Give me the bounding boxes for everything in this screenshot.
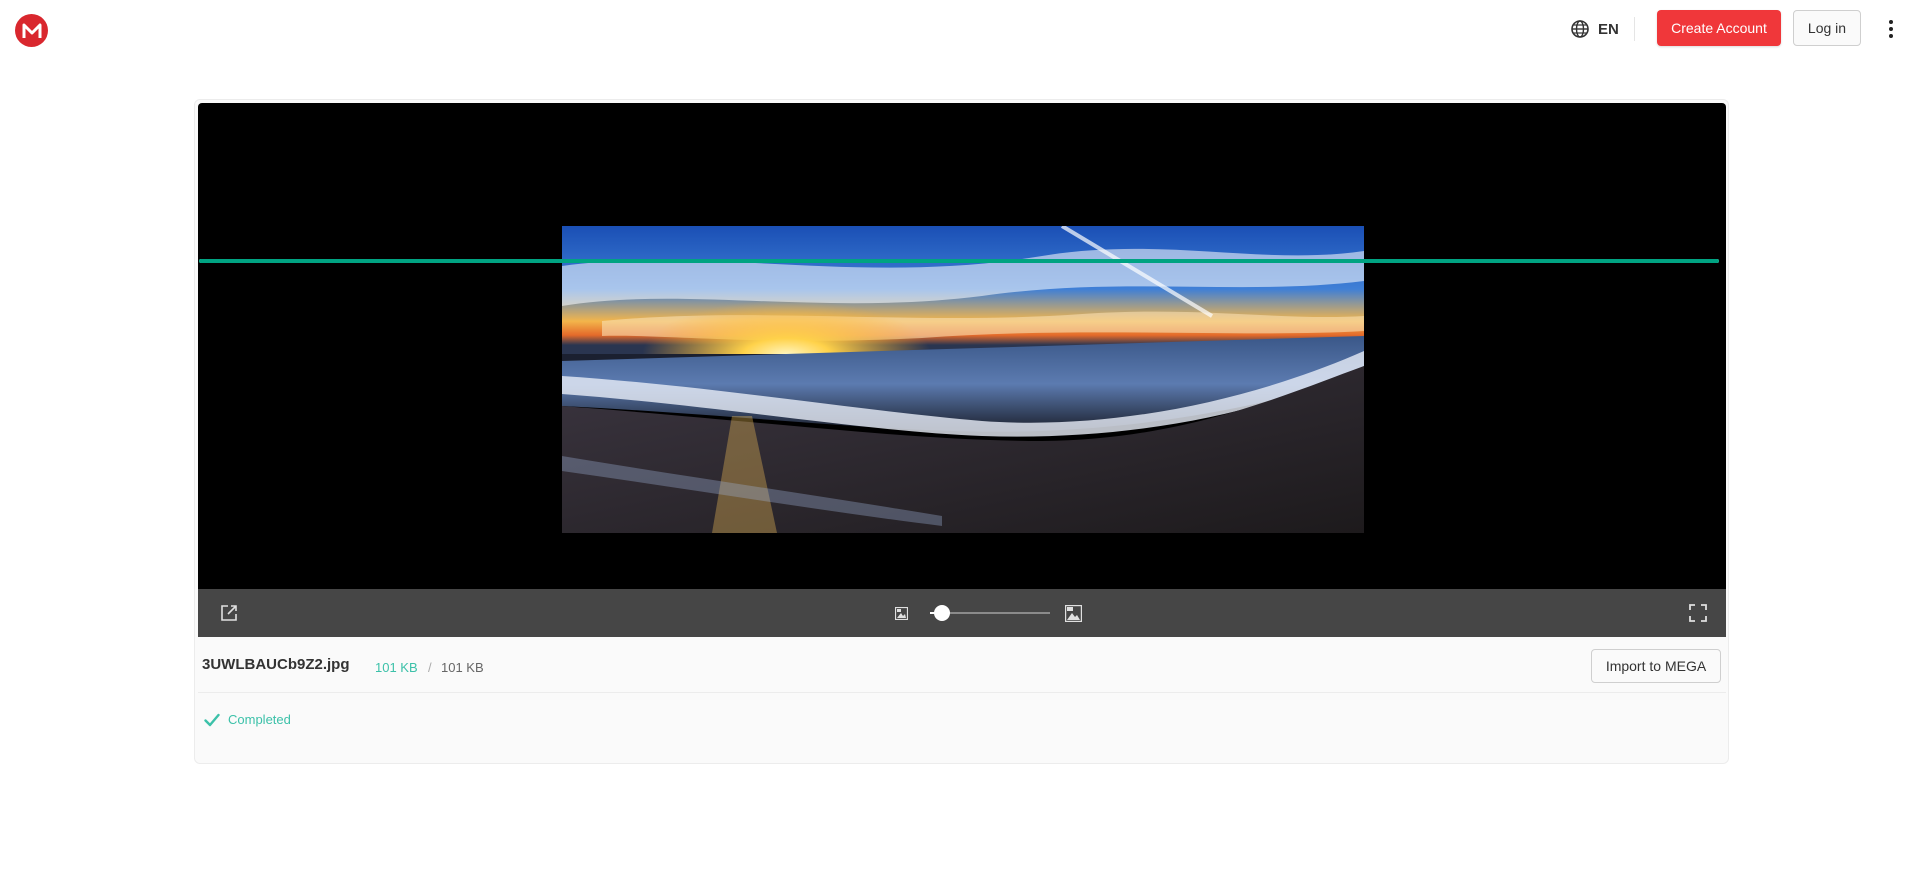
mega-logo-icon bbox=[22, 23, 41, 38]
total-size: 101 KB bbox=[441, 660, 484, 675]
top-bar: EN Create Account Log in bbox=[0, 0, 1916, 58]
zoom-out-image-icon[interactable] bbox=[893, 605, 909, 621]
globe-icon bbox=[1571, 20, 1589, 38]
beach-sunset-image bbox=[562, 226, 1364, 533]
mega-logo[interactable] bbox=[15, 14, 48, 47]
file-preview-card: 3UWLBAUCb9Z2.jpg 101 KB / 101 KB Import … bbox=[194, 99, 1729, 764]
downloaded-size: 101 KB bbox=[375, 660, 418, 675]
login-button[interactable]: Log in bbox=[1793, 10, 1861, 46]
file-name: 3UWLBAUCb9Z2.jpg bbox=[202, 656, 350, 673]
viewer-controls bbox=[198, 589, 1726, 637]
size-separator: / bbox=[428, 660, 432, 675]
open-external-icon[interactable] bbox=[219, 603, 239, 623]
zoom-in-image-icon[interactable] bbox=[1063, 603, 1083, 623]
checkmark-icon bbox=[204, 713, 220, 727]
image-viewer bbox=[198, 103, 1726, 589]
header-divider bbox=[1634, 17, 1635, 41]
create-account-button[interactable]: Create Account bbox=[1657, 10, 1781, 46]
zoom-slider[interactable] bbox=[930, 605, 1050, 621]
zoom-slider-handle[interactable] bbox=[934, 605, 950, 621]
import-to-mega-button[interactable]: Import to MEGA bbox=[1591, 649, 1721, 683]
download-progress-bar bbox=[199, 259, 1719, 263]
file-info-row: 3UWLBAUCb9Z2.jpg 101 KB / 101 KB Import … bbox=[198, 637, 1726, 693]
language-selector[interactable]: EN bbox=[1570, 17, 1619, 41]
more-menu-icon[interactable] bbox=[1884, 17, 1898, 41]
download-status-row: Completed bbox=[198, 693, 1726, 753]
preview-image bbox=[562, 226, 1364, 533]
language-label: EN bbox=[1598, 20, 1619, 38]
status-text: Completed bbox=[228, 712, 291, 727]
download-progress-fill bbox=[199, 259, 1719, 263]
fullscreen-icon[interactable] bbox=[1688, 603, 1708, 623]
